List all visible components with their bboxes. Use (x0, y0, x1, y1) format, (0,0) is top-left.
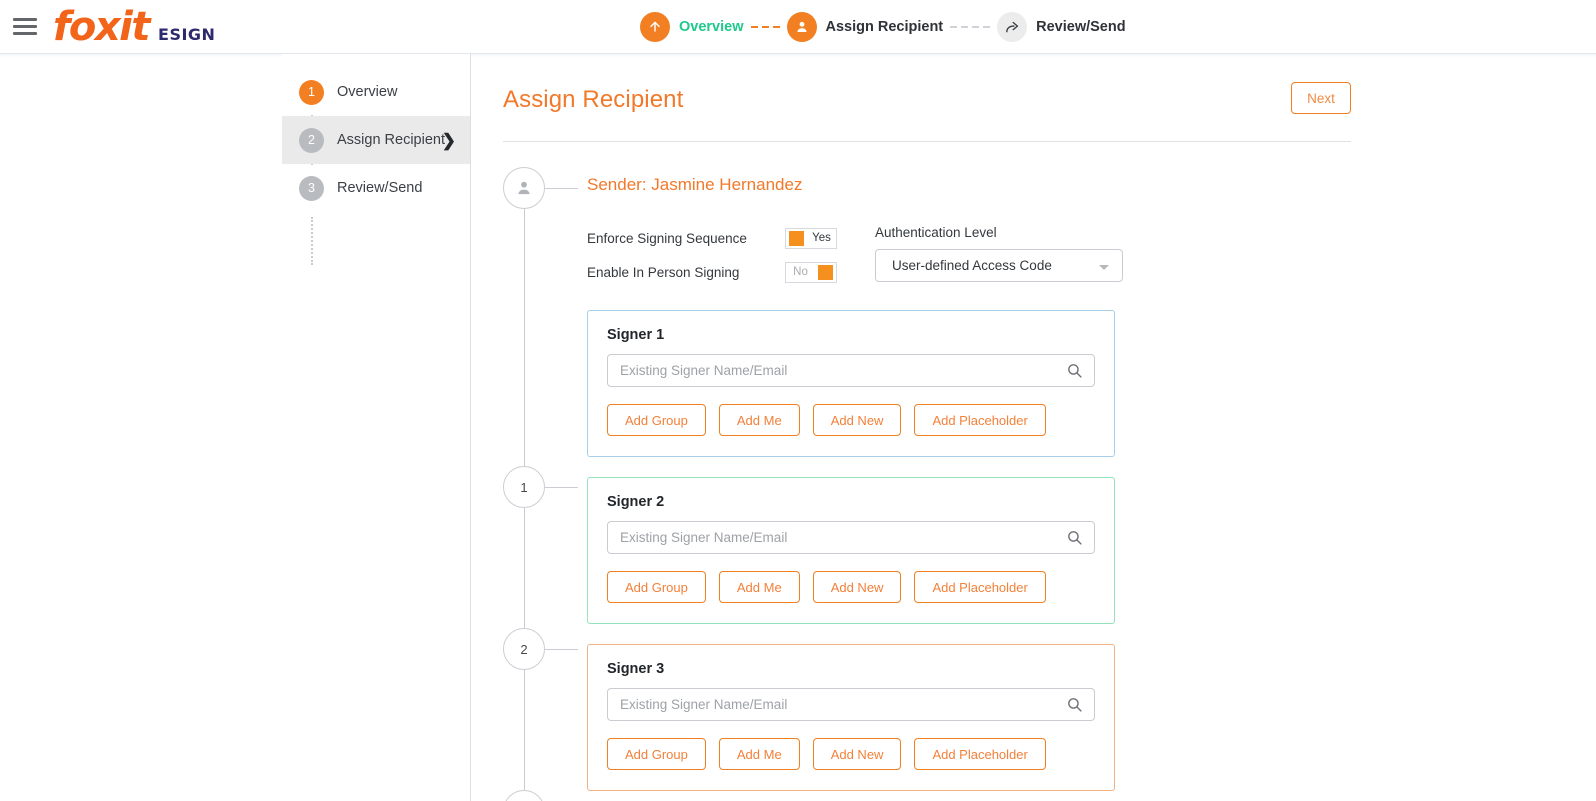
sidebar-item-assign-recipient[interactable]: 2 Assign Recipient ❯ (282, 116, 470, 164)
hamburger-menu-icon[interactable] (13, 18, 39, 35)
signer-node-3: 3 (503, 790, 545, 801)
signer-card-title: Signer 3 (607, 661, 1095, 677)
enable-in-person-signing-label: Enable In Person Signing (587, 265, 785, 280)
header-step-label: Overview (679, 19, 744, 35)
page-body: 1 Overview 2 Assign Recipient ❯ 3 Review… (0, 54, 1596, 801)
sidebar-step-number: 1 (299, 80, 324, 105)
left-gutter (0, 54, 282, 801)
sender-row: Sender: Jasmine Hernandez (503, 167, 1596, 211)
step-connector-dashes (950, 26, 990, 28)
search-icon[interactable] (1066, 529, 1083, 546)
add-new-button[interactable]: Add New (813, 738, 902, 770)
signer-search-field[interactable] (607, 354, 1095, 387)
signer-action-buttons: Add Group Add Me Add New Add Placeholder (607, 404, 1095, 436)
sidebar-item-overview[interactable]: 1 Overview (282, 68, 470, 116)
signer-node-number: 2 (520, 642, 527, 657)
signer-card-1: Signer 1 Add Group Add Me Add New (587, 310, 1115, 457)
hamburger-bar (13, 18, 37, 21)
enforce-signing-sequence-toggle[interactable]: Yes (785, 228, 837, 249)
brand-name: foxit (53, 7, 149, 47)
sidebar-item-label: Overview (337, 84, 397, 100)
signer-search-input[interactable] (608, 355, 1094, 386)
signing-options: Enforce Signing Sequence Yes Enable In P… (587, 225, 1596, 293)
header-step-label: Assign Recipient (826, 19, 944, 35)
signer-search-input[interactable] (608, 522, 1094, 553)
header-step-review-send[interactable]: Review/Send (997, 12, 1125, 42)
sidebar-item-label: Review/Send (337, 180, 422, 196)
step-connector-dashes (751, 26, 780, 28)
signer-node-1: 1 (503, 466, 545, 508)
signer-action-buttons: Add Group Add Me Add New Add Placeholder (607, 738, 1095, 770)
sidebar-item-label: Assign Recipient (337, 132, 445, 148)
add-placeholder-button[interactable]: Add Placeholder (914, 404, 1045, 436)
header-step-label: Review/Send (1036, 19, 1125, 35)
header-step-assign-recipient[interactable]: Assign Recipient (787, 12, 944, 42)
signer-search-field[interactable] (607, 688, 1095, 721)
toggle-value: Yes (807, 232, 836, 244)
main-header-row: Assign Recipient Next (503, 82, 1351, 114)
brand-product: ESIGN (158, 25, 215, 44)
authentication-level-block: Authentication Level User-defined Access… (875, 225, 1123, 282)
signer-node-2: 2 (503, 628, 545, 670)
hamburger-bar (13, 32, 37, 35)
signer-stem (545, 487, 578, 488)
add-me-button[interactable]: Add Me (719, 404, 800, 436)
signer-card-2: Signer 2 Add Group Add Me Add New (587, 477, 1115, 624)
signer-stem (545, 649, 578, 650)
toggle-knob (789, 231, 804, 246)
chevron-right-icon: ❯ (442, 132, 456, 149)
chevron-down-icon (1099, 265, 1109, 270)
hamburger-bar (13, 25, 37, 28)
wizard-sidebar: 1 Overview 2 Assign Recipient ❯ 3 Review… (282, 54, 471, 801)
signer-card-list: 1 Signer 1 Add Group (587, 310, 1596, 791)
enforce-signing-sequence-row: Enforce Signing Sequence Yes (587, 225, 871, 251)
toggle-knob (818, 265, 833, 280)
search-icon[interactable] (1066, 362, 1083, 379)
recipient-flow: Sender: Jasmine Hernandez Enforce Signin… (503, 167, 1596, 791)
add-me-button[interactable]: Add Me (719, 571, 800, 603)
main-content: Assign Recipient Next Sender: Jasmine He… (471, 54, 1596, 801)
signer-card-3: Signer 3 Add Group Add Me Add New (587, 644, 1115, 791)
add-new-button[interactable]: Add New (813, 404, 902, 436)
upload-icon (640, 12, 670, 42)
toggle-column: Enforce Signing Sequence Yes Enable In P… (587, 225, 871, 293)
add-new-button[interactable]: Add New (813, 571, 902, 603)
toggle-value: No (786, 266, 815, 278)
search-icon[interactable] (1066, 696, 1083, 713)
authentication-level-value: User-defined Access Code (892, 258, 1052, 273)
signer-card-title: Signer 1 (607, 327, 1095, 343)
signer-search-field[interactable] (607, 521, 1095, 554)
add-placeholder-button[interactable]: Add Placeholder (914, 571, 1045, 603)
add-group-button[interactable]: Add Group (607, 738, 706, 770)
sidebar-item-review-send[interactable]: 3 Review/Send (282, 164, 470, 212)
sidebar-step-number: 2 (299, 128, 324, 153)
add-placeholder-button[interactable]: Add Placeholder (914, 738, 1045, 770)
signer-action-buttons: Add Group Add Me Add New Add Placeholder (607, 571, 1095, 603)
sidebar-step-number: 3 (299, 176, 324, 201)
header-divider (503, 141, 1351, 142)
sender-stem (545, 188, 578, 189)
page-title: Assign Recipient (503, 82, 683, 114)
next-button[interactable]: Next (1291, 82, 1351, 114)
person-icon (787, 12, 817, 42)
add-me-button[interactable]: Add Me (719, 738, 800, 770)
sender-avatar (503, 167, 545, 209)
sender-name: Sender: Jasmine Hernandez (587, 175, 802, 195)
enforce-signing-sequence-label: Enforce Signing Sequence (587, 231, 785, 246)
add-group-button[interactable]: Add Group (607, 571, 706, 603)
authentication-level-label: Authentication Level (875, 225, 1123, 240)
authentication-level-select[interactable]: User-defined Access Code (875, 249, 1123, 282)
share-icon (997, 12, 1027, 42)
signer-card-title: Signer 2 (607, 494, 1095, 510)
brand-logo[interactable]: foxit ESIGN (53, 7, 215, 47)
app-header: foxit ESIGN Overview Assign Recipient (0, 0, 1596, 54)
signer-search-input[interactable] (608, 689, 1094, 720)
signer-node-number: 1 (520, 480, 527, 495)
enable-in-person-signing-toggle[interactable]: No (785, 262, 837, 283)
add-group-button[interactable]: Add Group (607, 404, 706, 436)
header-step-nav: Overview Assign Recipient Review/Send (640, 0, 1126, 54)
enable-in-person-signing-row: Enable In Person Signing No (587, 259, 871, 285)
sidebar-connector (311, 217, 313, 265)
header-step-overview[interactable]: Overview (640, 12, 744, 42)
